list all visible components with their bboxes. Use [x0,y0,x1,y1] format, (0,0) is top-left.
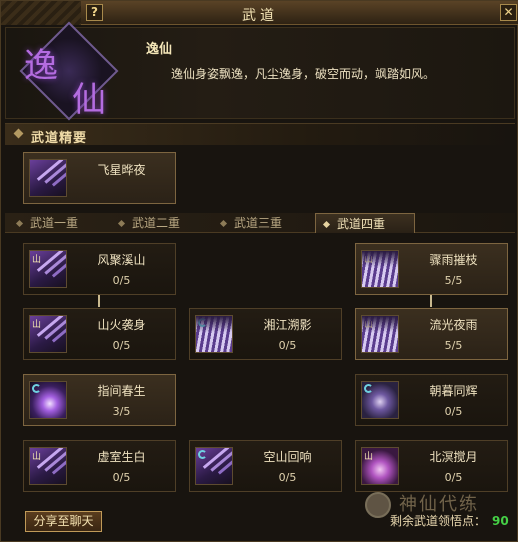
flying-star-icon [29,159,67,197]
claw-icon: 山 [29,315,67,353]
skill-name: 指间春生 [97,384,146,398]
tab-label: 武道四重 [337,217,386,231]
skill-card-fengju-xishan[interactable]: 山 风聚溪山 0/5 [23,243,176,295]
skill-card-xiangjiang-suying[interactable]: 湘江溯影 0/5 [189,308,342,360]
skill-tag: 山 [364,320,374,330]
moon-icon [361,381,399,419]
skill-card-zhaomu-tonghui[interactable]: 朝暮同辉 0/5 [355,374,508,426]
essence-section-label: 武道精要 [31,131,88,146]
tab-tier-3[interactable]: 武道三重 [213,213,313,233]
skill-name: 虚室生白 [97,450,146,464]
tier-tabs: 武道一重 武道二重 武道三重 武道四重 [5,213,515,233]
skill-name: 湘江溯影 [263,318,312,332]
claw-icon [195,447,233,485]
style-description: 逸仙身姿飘逸，凡尘逸身，破空而动，飒踏如风。 [171,67,436,81]
claw-icon: 山 [29,250,67,288]
skill-level: 0/5 [112,274,131,287]
skill-card-xushi-shengbai[interactable]: 山 虚室生白 0/5 [23,440,176,492]
skill-name: 风聚溪山 [97,253,146,267]
skill-tag: 山 [364,255,374,265]
wudao-window: ? 武道 ✕ 逸 仙 逸仙 逸仙身姿飘逸，凡尘逸身，破空而动，飒踏如风。 武道精… [0,0,518,542]
tab-tier-2[interactable]: 武道二重 [111,213,211,233]
skill-tag: 山 [364,452,374,462]
section-bullet-icon [13,128,24,139]
claw-icon: 山 [29,447,67,485]
watermark-mascot-icon [365,492,391,518]
piano-icon: 山 [361,315,399,353]
essence-skill-name: 飞星晔夜 [97,163,146,177]
style-emblem: 逸 仙 [12,21,120,121]
skill-level: 3/5 [112,405,131,418]
skill-connector [430,295,432,307]
skill-connector [98,295,100,307]
tab-dot-icon [219,219,228,228]
skill-name: 北溟搅月 [429,450,478,464]
skill-level: 5/5 [444,274,463,287]
tab-label: 武道三重 [234,216,283,230]
tab-tier-1[interactable]: 武道一重 [9,213,109,233]
skill-level: 0/5 [278,471,297,484]
piano-icon [195,315,233,353]
remaining-points: 剩余武道领悟点： 90 [390,512,509,529]
tab-dot-icon [322,220,331,229]
skill-name: 骤雨摧枝 [429,253,478,267]
ring-mark-icon [198,450,207,459]
flower-icon: 山 [361,447,399,485]
tab-tier-4[interactable]: 武道四重 [315,213,415,233]
share-to-chat-button[interactable]: 分享至聊天 [25,511,102,532]
skill-name: 山火袭身 [97,318,146,332]
style-header: 逸 仙 逸仙 逸仙身姿飘逸，凡尘逸身，破空而动，飒踏如风。 [5,21,515,121]
ring-mark-icon [198,318,207,327]
essence-section-header: 武道精要 [5,123,515,146]
close-button[interactable]: ✕ [500,4,517,21]
piano-icon: 山 [361,250,399,288]
skill-card-zhijian-chunsheng[interactable]: 指间春生 3/5 [23,374,176,426]
skill-level: 0/5 [444,405,463,418]
tab-label: 武道二重 [132,216,181,230]
skill-level: 0/5 [444,471,463,484]
tab-label: 武道一重 [30,216,79,230]
skill-name: 空山回响 [263,450,312,464]
essence-skill-card[interactable]: 飞星晔夜 [23,152,176,204]
skill-name: 流光夜雨 [429,318,478,332]
remaining-points-label: 剩余武道领悟点： [390,514,487,528]
tab-dot-icon [117,219,126,228]
title-bar[interactable]: ? 武道 ✕ [1,1,518,25]
skill-tag: 山 [32,320,42,330]
skill-card-kongshan-huixiang[interactable]: 空山回响 0/5 [189,440,342,492]
remaining-points-value: 90 [492,514,509,528]
skill-level: 0/5 [278,339,297,352]
skill-level: 0/5 [112,339,131,352]
window-title: 武道 [242,8,278,24]
skill-card-liuguang-yeyu[interactable]: 山 流光夜雨 5/5 [355,308,508,360]
skill-tag: 山 [32,452,42,462]
orb-icon [29,381,67,419]
emblem-char-1: 逸 [24,46,58,86]
ring-mark-icon [32,384,41,393]
style-name: 逸仙 [146,42,173,57]
skill-card-shanhuo-xishen[interactable]: 山 山火袭身 0/5 [23,308,176,360]
skill-card-zhouyu-cuizhi[interactable]: 山 骤雨摧枝 5/5 [355,243,508,295]
skill-level: 5/5 [444,339,463,352]
ring-mark-icon [364,384,373,393]
emblem-char-2: 仙 [72,80,106,120]
skill-card-beiming-jiaoyue[interactable]: 山 北溟搅月 0/5 [355,440,508,492]
tab-dot-icon [15,219,24,228]
skill-name: 朝暮同辉 [429,384,478,398]
skill-tag: 山 [32,255,42,265]
skill-level: 0/5 [112,471,131,484]
